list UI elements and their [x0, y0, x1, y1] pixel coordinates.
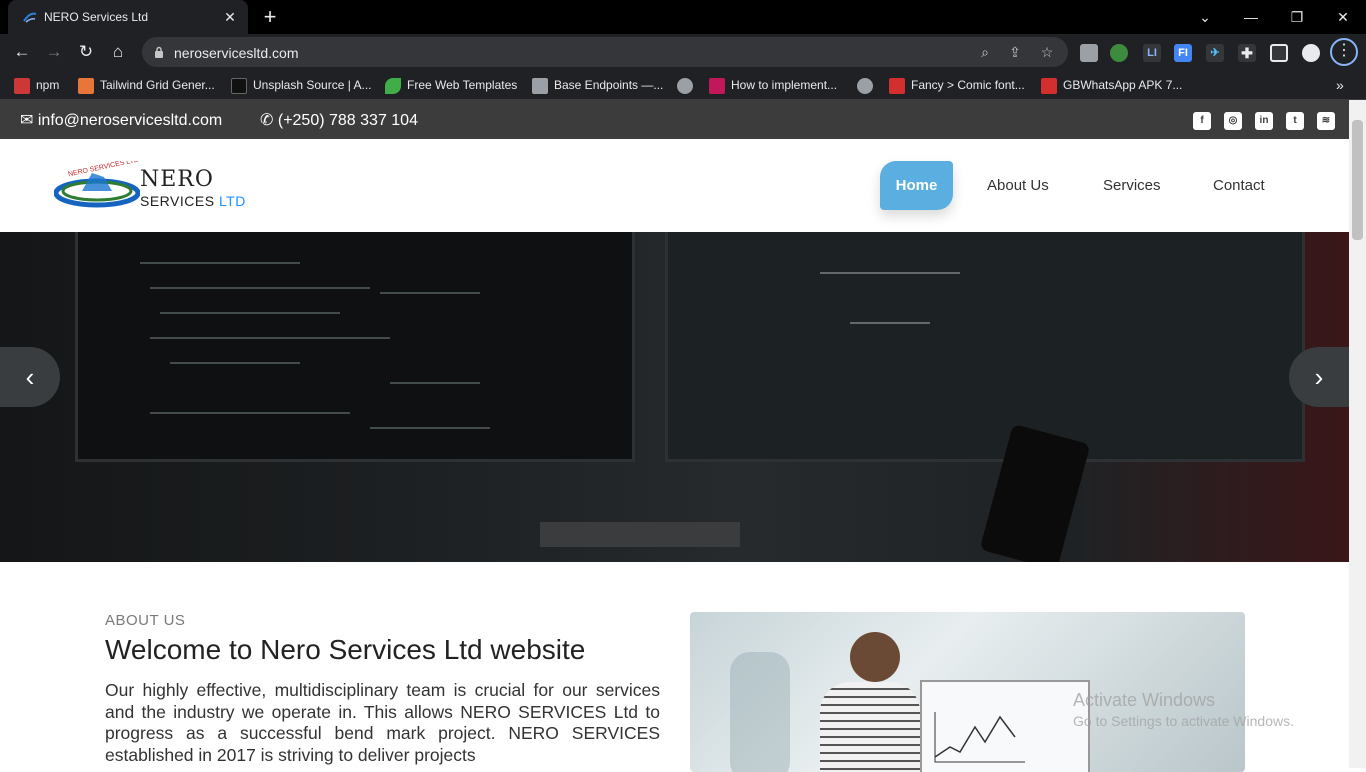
facebook-icon[interactable]: f: [1193, 112, 1211, 130]
minimize-button[interactable]: —: [1228, 4, 1274, 30]
li-extension-icon[interactable]: LI: [1143, 44, 1161, 62]
unsplash-icon: [231, 77, 247, 94]
new-tab-button[interactable]: +: [258, 5, 282, 29]
globe-icon: [677, 77, 693, 94]
slider-prev-button[interactable]: ‹: [0, 347, 60, 407]
leaf-icon: [385, 77, 401, 94]
hero-slider: ‹ ›: [0, 232, 1349, 562]
bookmark-tailwind[interactable]: Tailwind Grid Gener...: [78, 76, 215, 94]
slider-next-button[interactable]: ›: [1289, 347, 1349, 407]
bookmark-gbwhatsapp[interactable]: GBWhatsApp APK 7...: [1041, 76, 1182, 94]
instagram-icon[interactable]: ◎: [1224, 112, 1242, 130]
tailwind-icon: [78, 77, 94, 94]
site-logo[interactable]: NERO SERVICES LTD NERO SERVICES LTD: [54, 161, 254, 213]
google-lens-icon[interactable]: [1110, 44, 1128, 62]
chevron-left-icon: ‹: [25, 362, 35, 392]
tab-title: NERO Services Ltd: [44, 10, 149, 24]
bookmark-unsplash[interactable]: Unsplash Source | A...: [231, 76, 372, 94]
share-icon[interactable]: ⇪: [1006, 43, 1024, 61]
envelope-icon: ✉: [20, 112, 34, 129]
home-button[interactable]: ⌂: [106, 40, 130, 64]
chevron-right-icon: ›: [1314, 362, 1324, 392]
nav-about-us[interactable]: About Us: [987, 177, 1049, 194]
windows-activation-watermark: Activate Windows Go to Settings to activ…: [1073, 690, 1294, 729]
bookmark-fancy-comic-font[interactable]: Fancy > Comic font...: [889, 76, 1025, 94]
bookmark-globe-1[interactable]: [677, 76, 699, 94]
bookmark-star-icon[interactable]: ☆: [1038, 43, 1056, 61]
phone-icon: ✆: [260, 112, 274, 129]
bookmark-globe-2[interactable]: [857, 76, 879, 94]
f-icon: [889, 77, 905, 94]
side-panel-icon[interactable]: [1270, 44, 1288, 62]
back-button[interactable]: ←: [10, 40, 34, 64]
gb-icon: [1041, 77, 1057, 94]
reload-button[interactable]: ↻: [74, 40, 98, 64]
scrollbar-thumb[interactable]: [1352, 120, 1363, 240]
send-extension-icon[interactable]: ✈: [1206, 44, 1224, 62]
extension-icon[interactable]: [1080, 44, 1098, 62]
bookmark-npm[interactable]: npm: [14, 76, 59, 94]
globe-icon: [857, 77, 873, 94]
about-section-label: ABOUT US: [105, 612, 186, 629]
close-window-button[interactable]: ✕: [1320, 4, 1366, 30]
bookmark-base-endpoints[interactable]: Base Endpoints —...: [532, 76, 663, 94]
forward-button[interactable]: →: [42, 40, 66, 64]
puzzle-extensions-icon[interactable]: ✚: [1238, 44, 1256, 62]
doc-icon: [532, 77, 548, 94]
bookmarks-bar: npm Tailwind Grid Gener... Unsplash Sour…: [0, 70, 1366, 100]
zoom-search-icon[interactable]: ⌕: [976, 43, 994, 61]
logo-ring-text: NERO SERVICES LTD: [68, 161, 140, 178]
about-section-text: Our highly effective, multidisciplinary …: [105, 680, 660, 765]
npm-icon: [14, 77, 30, 94]
bookmarks-overflow-icon[interactable]: »: [1336, 76, 1344, 94]
bookmark-free-web-templates[interactable]: Free Web Templates: [385, 76, 517, 94]
bookmark-how-to-implement[interactable]: How to implement...: [709, 76, 837, 94]
email-link[interactable]: ✉ info@neroservicesltd.com: [20, 110, 222, 130]
profile-avatar[interactable]: [1302, 44, 1320, 62]
s-icon: [709, 77, 725, 94]
nav-contact[interactable]: Contact: [1213, 177, 1265, 194]
about-section-title: Welcome to Nero Services Ltd website: [105, 634, 586, 665]
restore-button[interactable]: ❐: [1274, 4, 1320, 30]
rss-icon[interactable]: ≋: [1317, 112, 1335, 130]
site-header: NERO SERVICES LTD NERO SERVICES LTD Home…: [0, 139, 1349, 232]
nav-home[interactable]: Home: [880, 161, 953, 210]
site-favicon-icon: [23, 12, 37, 23]
browser-tab-bar: NERO Services Ltd ✕ + ⌄ — ❐ ✕: [0, 0, 1366, 34]
linkedin-icon[interactable]: in: [1255, 112, 1273, 130]
twitter-icon[interactable]: t: [1286, 112, 1304, 130]
fi-extension-icon[interactable]: FI: [1174, 44, 1192, 62]
lock-icon: [155, 46, 163, 58]
browser-tab[interactable]: NERO Services Ltd ✕: [8, 0, 248, 34]
logo-emblem-icon: NERO SERVICES LTD: [54, 161, 140, 208]
nav-services[interactable]: Services: [1103, 177, 1161, 194]
browser-menu-button[interactable]: ⋮: [1330, 38, 1358, 66]
close-tab-icon[interactable]: ✕: [220, 7, 240, 27]
contact-top-bar: ✉ info@neroservicesltd.com ✆ (+250) 788 …: [0, 100, 1349, 139]
address-bar[interactable]: neroservicesltd.com ⌕ ⇪ ☆: [142, 37, 1068, 67]
logo-services: SERVICES LTD: [140, 193, 246, 209]
phone-link[interactable]: ✆ (+250) 788 337 104: [260, 110, 418, 130]
tab-search-chevron-icon[interactable]: ⌄: [1182, 4, 1228, 30]
browser-toolbar: ← → ↻ ⌂ neroservicesltd.com ⌕ ⇪ ☆ LI FI …: [0, 34, 1366, 70]
url-text: neroservicesltd.com: [174, 45, 299, 61]
logo-name: NERO: [140, 167, 214, 192]
